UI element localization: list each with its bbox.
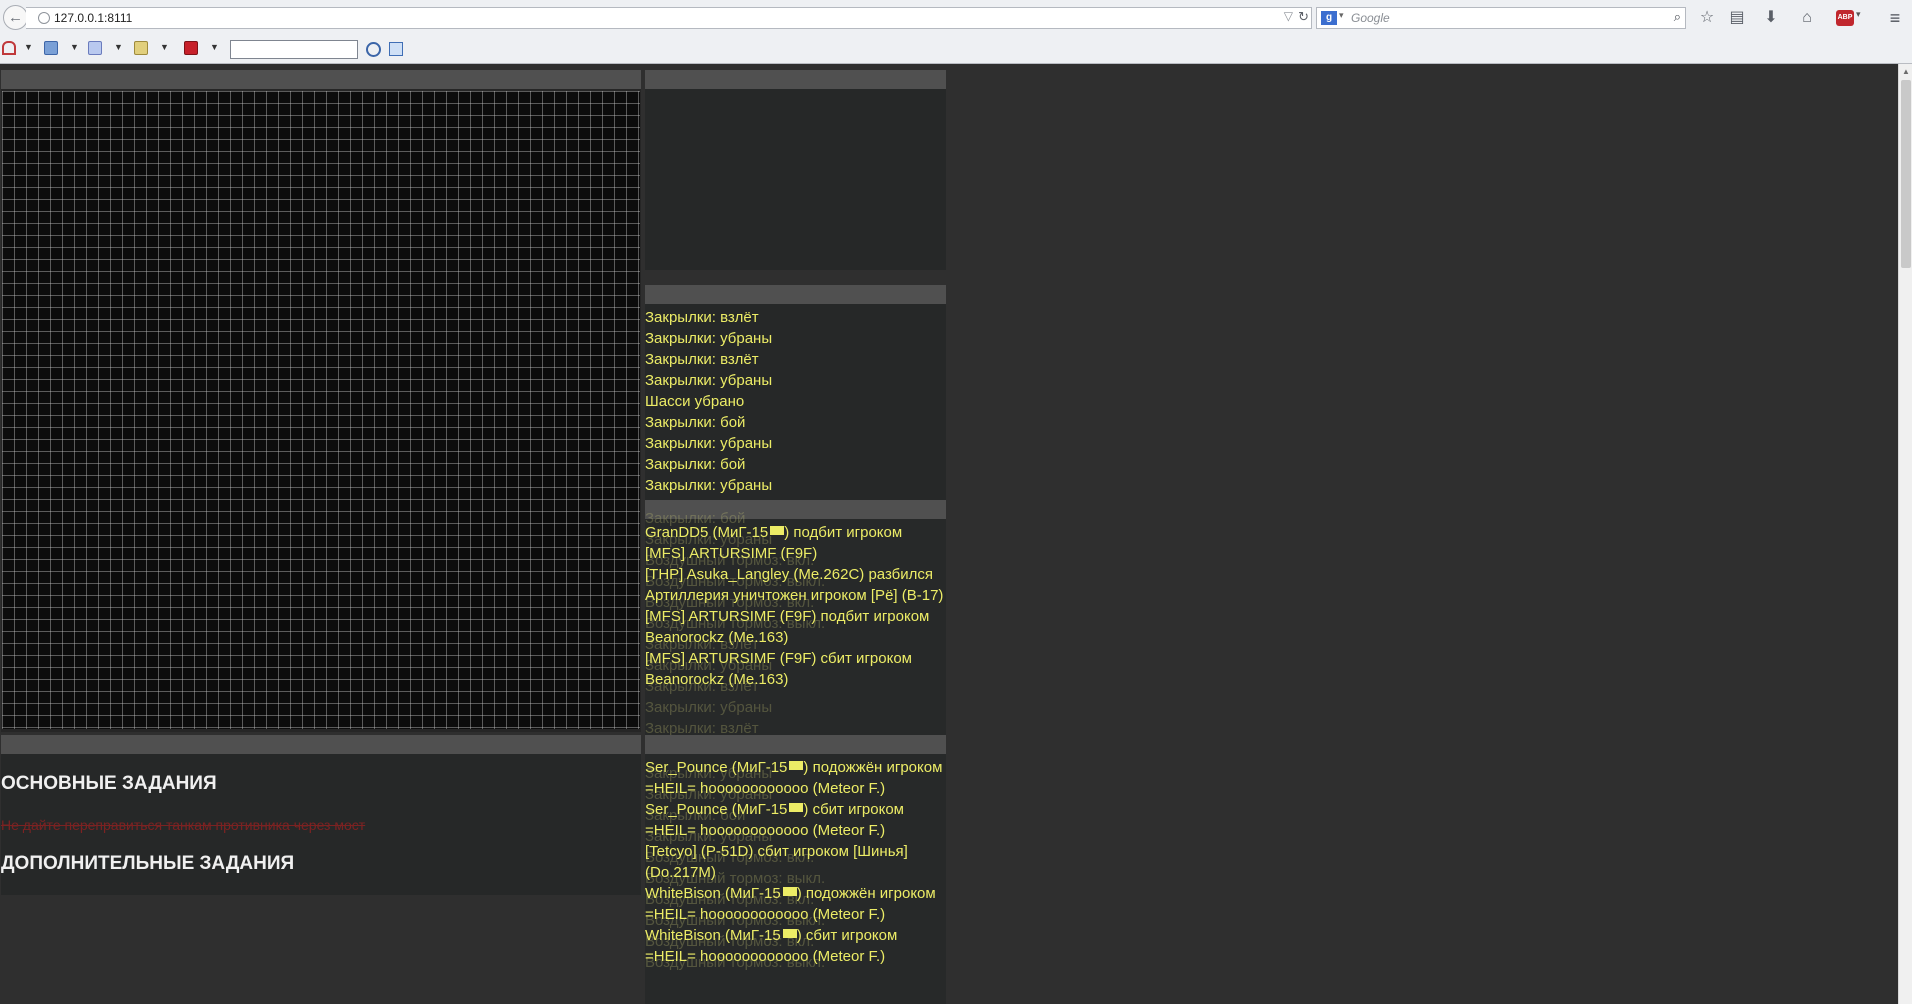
kill-entry: Артиллерия уничтожен игроком [Рё] (B-17) [645,587,944,604]
log-line: Закрылки: бой [645,414,746,431]
kill-entry: [THP] Asuka_Langley (Me.262C) разбился [645,566,934,583]
failed-task-item: Не дайте переправиться танкам противника… [1,817,366,833]
url-history-dropdown-icon[interactable]: ▽ [1284,9,1293,23]
kill-entry: [Tetcyo] (P-51D) сбит игроком [Шинья] (D… [645,843,908,881]
bookmarks-menu-icon[interactable]: ▤ [1726,7,1748,29]
kill-entry: Ser_Pounce (МиГ-15) подожжён игроком =HE… [645,757,946,799]
home-dropdown-icon[interactable]: ▼ [24,42,33,52]
kill-feed-top: GranDD5 (МиГ-15) подбит игроком [MFS] AR… [645,522,946,690]
document-dropdown-icon[interactable]: ▼ [114,42,123,52]
faded-log-line: Закрылки: убраны [645,699,773,716]
search-bar[interactable]: g ▾ Google ⌕ [1316,7,1686,29]
kill-entry-text: WhiteBison (МиГ-15 [645,885,781,902]
kill-entry: GranDD5 (МиГ-15) подбит игроком [MFS] AR… [645,522,946,564]
kill-entry: [MFS] ARTURSIMF (F9F) сбит игроком Beano… [645,650,912,688]
kill-entry-text: Ser_Pounce (МиГ-15 [645,801,788,818]
tactical-map-grid[interactable] [2,91,640,729]
flag-icon [782,929,797,938]
kill-feed-bottom: Ser_Pounce (МиГ-15) подожжён игроком =HE… [645,757,946,967]
aircraft-events-panel: Закрылки: взлёт Закрылки: убраны Закрылк… [645,285,946,500]
book-icon[interactable] [184,41,198,55]
scrollbar-thumb[interactable] [1901,80,1911,268]
toolbar-search-go-icon[interactable] [366,42,381,57]
downloads-icon[interactable]: ⬇ [1760,7,1782,29]
reload-icon[interactable]: ↻ [1298,9,1309,25]
map-panel [1,70,641,732]
aircraft-events-log: Закрылки: взлёт Закрылки: убраны Закрылк… [645,307,946,496]
flag-icon [770,526,785,535]
kill-entry: [MFS] ARTURSIMF (F9F) подбит игроком Bea… [645,608,930,646]
flag-icon [789,761,804,770]
faded-log-line: Закрылки: взлёт [645,720,759,735]
home-icon[interactable]: ⌂ [1796,7,1818,29]
status-panel [645,70,946,270]
bookmark-star-icon[interactable]: ☆ [1696,7,1718,29]
url-text[interactable]: 127.0.0.1:8111 [54,11,132,25]
log-line: Закрылки: убраны [645,372,773,389]
search-engine-dropdown-icon[interactable]: ▾ [1339,10,1344,21]
search-input[interactable]: Google [1351,11,1390,25]
main-tasks-title: ОСНОВНЫЕ ЗАДАНИЯ [1,773,217,794]
log-line: Закрылки: бой [645,456,746,473]
kill-feed-panel-top: Закрылки: бой Закрылки: убраны Воздушный… [645,500,946,735]
book-dropdown-icon[interactable]: ▼ [210,42,219,52]
mission-tasks-header [1,735,641,754]
menu-icon[interactable]: ≡ [1884,7,1906,29]
kill-feed-panel-bottom: Закрылки: убраны Закрылки: убраны Закрыл… [645,735,946,1004]
kill-feed-header-bottom [645,735,946,754]
log-line: Закрылки: взлёт [645,351,759,368]
page-dropdown-icon[interactable]: ▼ [70,42,79,52]
extra-tasks-title: ДОПОЛНИТЕЛЬНЫЕ ЗАДАНИЯ [1,853,295,874]
log-line: Закрылки: убраны [645,330,773,347]
kill-entry-text: GranDD5 (МиГ-15 [645,524,769,541]
flag-icon [789,803,804,812]
kill-entry-text: Ser_Pounce (МиГ-15 [645,759,788,776]
search-go-icon[interactable]: ⌕ [1674,9,1681,25]
adblock-icon[interactable]: ABP [1836,10,1854,26]
url-bar[interactable]: 127.0.0.1:8111 ▽ ↻ [26,7,1312,29]
log-line: Закрылки: убраны [645,435,773,452]
element-picker-icon[interactable] [389,42,403,56]
tools-toolbar: ▼ ▼ ▼ ▼ ▼ [0,38,1912,62]
status-panel-header [645,70,946,89]
log-line: Закрылки: взлёт [645,309,759,326]
kill-entry: WhiteBison (МиГ-15) сбит игроком =HEIL= … [645,925,946,967]
document-icon[interactable] [88,41,102,55]
scroll-up-icon[interactable]: ▲ [1902,67,1910,76]
clipboard-dropdown-icon[interactable]: ▼ [160,42,169,52]
log-line: Закрылки: убраны [645,477,773,494]
page-icon[interactable] [44,41,58,55]
map-panel-header [1,70,641,89]
mission-tasks-panel: ОСНОВНЫЕ ЗАДАНИЯ Не дайте переправиться … [1,735,641,895]
search-engine-icon[interactable]: g [1321,11,1337,25]
kill-entry-text: WhiteBison (МиГ-15 [645,927,781,944]
flag-icon [782,887,797,896]
kill-entry: Ser_Pounce (МиГ-15) сбит игроком =HEIL= … [645,799,946,841]
aircraft-events-header [645,285,946,304]
back-button[interactable]: ← [3,5,28,30]
clipboard-icon[interactable] [134,41,148,55]
log-line: Шасси убрано [645,393,745,410]
browser-chrome: ← 127.0.0.1:8111 ▽ ↻ g ▾ Google ⌕ ☆ ▤ ⬇ … [0,0,1912,64]
kill-entry: WhiteBison (МиГ-15) подожжён игроком =HE… [645,883,946,925]
site-identity-icon[interactable] [38,12,50,24]
adblock-dropdown-icon[interactable]: ▾ [1856,9,1861,20]
home-icon[interactable] [2,41,16,55]
toolbar-search-input[interactable] [230,40,358,59]
navigation-bar: ← 127.0.0.1:8111 ▽ ↻ g ▾ Google ⌕ ☆ ▤ ⬇ … [0,0,1912,36]
page-scrollbar[interactable]: ▲ [1898,64,1912,1004]
